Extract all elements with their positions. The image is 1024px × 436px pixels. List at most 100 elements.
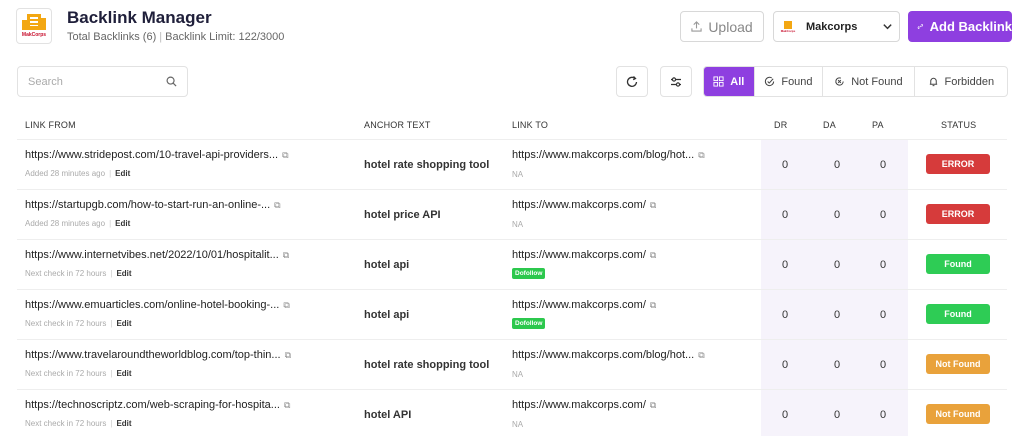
external-link-icon[interactable]: ⧉ [283, 250, 289, 261]
edit-link[interactable]: Edit [116, 419, 131, 428]
filter-settings-button[interactable] [660, 66, 692, 97]
link-type: NA [512, 220, 524, 229]
da-value: 0 [833, 159, 841, 171]
table-row: https://www.stridepost.com/10-travel-api… [17, 139, 1007, 189]
backlink-limit: Backlink Limit: 122/3000 [165, 31, 285, 43]
tab-forbidden[interactable]: Forbidden [915, 67, 1007, 96]
link-from-url[interactable]: https://startupgb.com/how-to-start-run-a… [25, 199, 281, 211]
link-type: NA [512, 170, 524, 179]
column-status: STATUS [941, 120, 977, 130]
search-placeholder: Search [28, 75, 63, 88]
external-link-icon[interactable]: ⧉ [650, 300, 656, 311]
edit-link[interactable]: Edit [115, 219, 130, 228]
edit-link[interactable]: Edit [115, 169, 130, 178]
chevron-down-icon [883, 24, 892, 30]
edit-link[interactable]: Edit [116, 369, 131, 378]
row-meta: Added 28 minutes ago | Edit [25, 219, 131, 228]
external-link-icon[interactable]: ⧉ [650, 200, 656, 211]
link-to-url[interactable]: https://www.makcorps.com/⧉ [512, 399, 656, 411]
dr-value: 0 [781, 359, 789, 371]
anchor-text: hotel API [364, 409, 412, 421]
sliders-icon [671, 76, 681, 87]
external-link-icon[interactable]: ⧉ [282, 150, 288, 161]
dr-value: 0 [781, 409, 789, 421]
status-filter-tabs: All Found Not Found Forbidden [703, 66, 1008, 97]
link-type: NA [512, 420, 524, 429]
tab-all[interactable]: All [704, 67, 755, 96]
edit-link[interactable]: Edit [116, 269, 131, 278]
external-link-icon[interactable]: ⧉ [650, 400, 656, 411]
external-link-icon[interactable]: ⧉ [284, 400, 290, 411]
anchor-text: hotel rate shopping tool [364, 159, 490, 171]
company-select[interactable]: MakCorps Makcorps [773, 11, 900, 42]
table-row: https://www.internetvibes.net/2022/10/01… [17, 239, 1007, 289]
external-link-icon[interactable]: ⧉ [283, 300, 289, 311]
table-row: https://technoscriptz.com/web-scraping-f… [17, 389, 1007, 436]
link-from-url[interactable]: https://www.emuarticles.com/online-hotel… [25, 299, 290, 311]
da-value: 0 [833, 309, 841, 321]
tab-not-found-label: Not Found [851, 75, 903, 88]
pa-value: 0 [879, 209, 887, 221]
backlinks-table: LINK FROM ANCHOR TEXT LINK TO DR DA PA S… [17, 112, 1007, 436]
tab-all-label: All [730, 75, 745, 88]
tab-forbidden-label: Forbidden [944, 75, 995, 88]
search-input[interactable]: Search [17, 66, 188, 97]
anchor-text: hotel price API [364, 209, 441, 221]
tab-found[interactable]: Found [755, 67, 824, 96]
dofollow-badge: Dofollow [512, 318, 546, 329]
external-link-icon[interactable]: ⧉ [650, 250, 656, 261]
search-off-icon [835, 77, 844, 86]
upload-button[interactable]: Upload [680, 11, 764, 42]
bell-icon [929, 77, 937, 87]
tab-not-found[interactable]: Not Found [823, 67, 915, 96]
column-anchor-text: ANCHOR TEXT [364, 120, 431, 130]
external-link-icon[interactable]: ⧉ [698, 150, 704, 161]
table-row: https://startupgb.com/how-to-start-run-a… [17, 189, 1007, 239]
link-from-url[interactable]: https://www.stridepost.com/10-travel-api… [25, 149, 289, 161]
tab-found-label: Found [781, 75, 813, 88]
page-subtitle: Total Backlinks (6) | Backlink Limit: 122/… [67, 31, 284, 43]
search-icon [166, 76, 177, 87]
row-meta: Added 28 minutes ago | Edit [25, 169, 131, 178]
link-from-url[interactable]: https://technoscriptz.com/web-scraping-f… [25, 399, 290, 411]
link-icon [917, 23, 923, 30]
edit-link[interactable]: Edit [116, 319, 131, 328]
link-type: NA [512, 370, 524, 379]
column-da: DA [823, 120, 836, 130]
total-backlinks: Total Backlinks (6) [67, 31, 157, 43]
dr-value: 0 [781, 209, 789, 221]
table-row: https://www.travelaroundtheworldblog.com… [17, 339, 1007, 389]
link-from-url[interactable]: https://www.travelaroundtheworldblog.com… [25, 349, 291, 361]
add-backlink-button[interactable]: Add Backlink [908, 11, 1012, 42]
dofollow-badge: Dofollow [512, 268, 546, 279]
pa-value: 0 [879, 259, 887, 271]
status-badge: ERROR [926, 154, 990, 174]
logo-text: MakCorps [21, 32, 47, 38]
anchor-text: hotel rate shopping tool [364, 359, 490, 371]
da-value: 0 [833, 209, 841, 221]
link-to-url[interactable]: https://www.makcorps.com/⧉ [512, 299, 656, 311]
status-badge: ERROR [926, 204, 990, 224]
building-icon [22, 14, 46, 30]
dr-value: 0 [781, 309, 789, 321]
link-to-url[interactable]: https://www.makcorps.com/⧉ [512, 199, 656, 211]
status-badge: Found [926, 304, 990, 324]
pa-value: 0 [879, 409, 887, 421]
da-value: 0 [833, 359, 841, 371]
link-from-url[interactable]: https://www.internetvibes.net/2022/10/01… [25, 249, 289, 261]
external-link-icon[interactable]: ⧉ [698, 350, 704, 361]
link-to-url[interactable]: https://www.makcorps.com/blog/hot... ⧉ [512, 149, 705, 161]
link-to-url[interactable]: https://www.makcorps.com/blog/hot... ⧉ [512, 349, 705, 361]
column-dr: DR [774, 120, 788, 130]
anchor-text: hotel api [364, 309, 410, 321]
refresh-button[interactable] [616, 66, 648, 97]
company-name: Makcorps [806, 20, 858, 33]
company-logo-small: MakCorps [780, 19, 796, 35]
pa-value: 0 [879, 309, 887, 321]
link-to-url[interactable]: https://www.makcorps.com/⧉ [512, 249, 656, 261]
table-row: https://www.emuarticles.com/online-hotel… [17, 289, 1007, 339]
check-circle-icon [765, 76, 775, 87]
external-link-icon[interactable]: ⧉ [285, 350, 291, 361]
status-badge: Not Found [926, 354, 990, 374]
external-link-icon[interactable]: ⧉ [274, 200, 280, 211]
